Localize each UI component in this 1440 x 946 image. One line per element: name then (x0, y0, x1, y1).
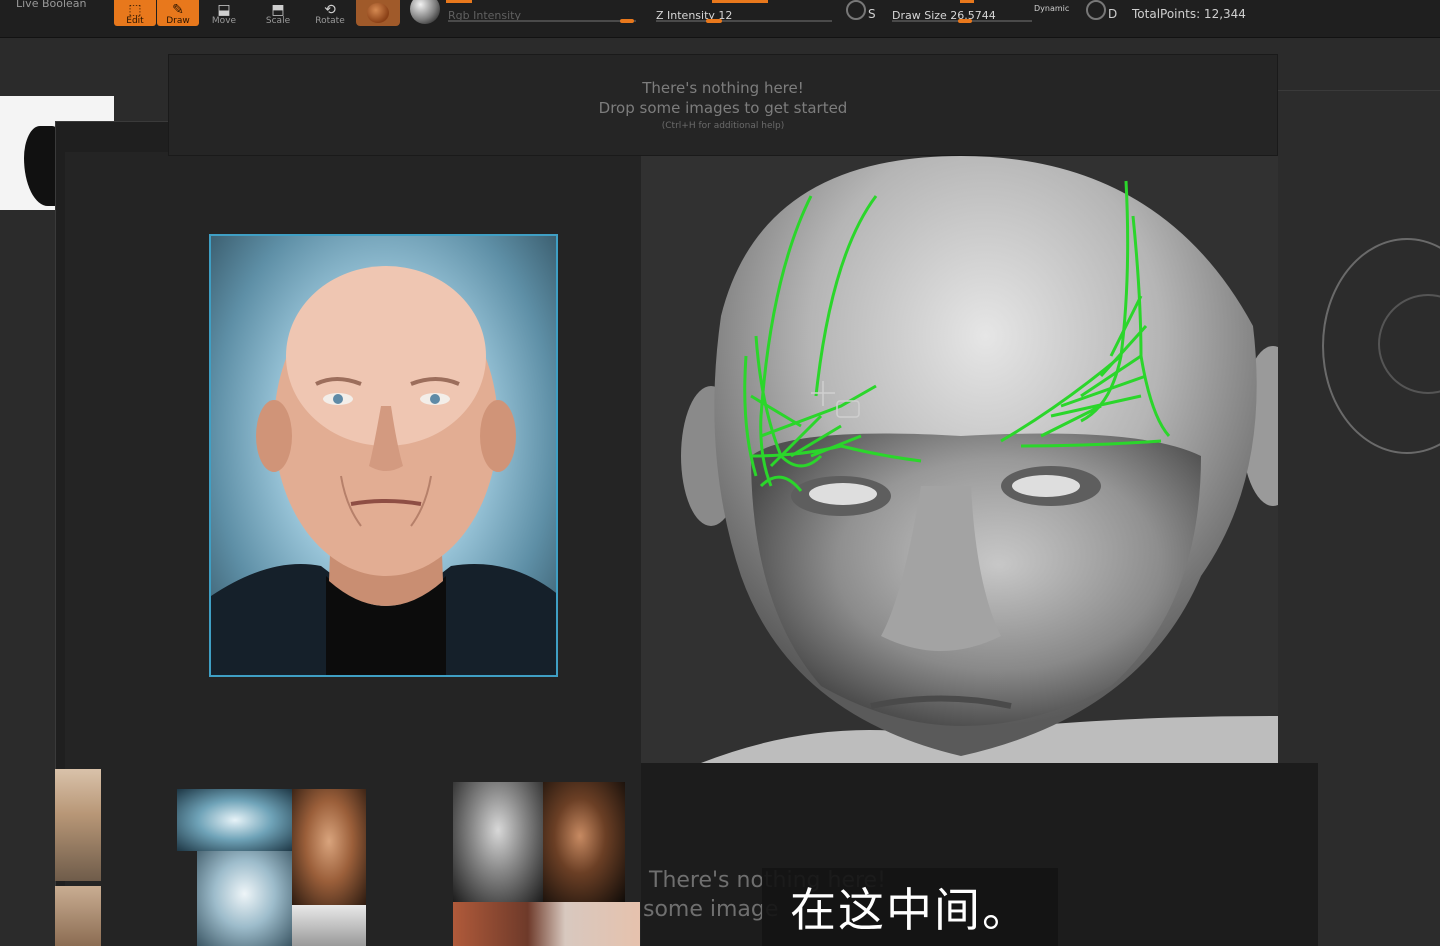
3d-viewport[interactable] (641, 156, 1278, 763)
reference-thumbnail[interactable] (55, 886, 101, 946)
move-button-label: Move (211, 16, 237, 26)
portrait-iris-left (333, 394, 343, 404)
reference-thumbnail[interactable] (197, 851, 292, 946)
drawsize-tab-indicator (960, 0, 974, 3)
portrait-ear-left (256, 400, 292, 472)
reference-thumbnail[interactable] (543, 782, 625, 902)
drop-zone-title: There's nothing here! (642, 79, 804, 97)
move-icon: ⬓ (217, 2, 231, 18)
spotlight-s-icon[interactable] (846, 0, 866, 20)
drop-zone-hint: (Ctrl+H for additional help) (661, 121, 785, 131)
z-intensity-fill (706, 19, 722, 23)
reference-thumbnail[interactable] (177, 789, 293, 851)
move-button[interactable]: ⬓ Move (204, 0, 244, 26)
draw-button-label: Draw (166, 16, 190, 26)
edit-button[interactable]: ⬚ Edit (114, 0, 156, 26)
d-key-label: D (1108, 7, 1118, 21)
total-points-label: TotalPoints: 12,344 (1132, 7, 1246, 21)
edit-button-label: Edit (126, 16, 144, 26)
portrait-iris-right (430, 394, 440, 404)
rgb-intensity-track (448, 20, 636, 22)
s-key-label: S (868, 7, 876, 21)
draw-icon: ✎ (172, 2, 184, 18)
portrait-illustration (211, 266, 556, 675)
dynamic-toggle[interactable]: Dynamic (1034, 4, 1069, 13)
drop-zone-subtitle: Drop some images to get started (598, 99, 848, 117)
rgb-tab-indicator (446, 0, 472, 3)
scale-button[interactable]: ⬒ Scale (258, 0, 298, 26)
rotate-icon: ⟲ (324, 2, 336, 18)
reference-portrait-image[interactable] (209, 234, 558, 677)
portrait-ear-right (480, 400, 516, 472)
z-intensity-track (656, 20, 832, 22)
zadd-tab-indicator (712, 0, 768, 3)
rotate-button[interactable]: ⟲ Rotate (308, 0, 352, 26)
z-intensity-slider[interactable]: Z Intensity 12 (656, 4, 832, 26)
material-swatch-button[interactable] (356, 0, 400, 26)
mesh-eye-left (809, 483, 877, 505)
draw-button[interactable]: ✎ Draw (157, 0, 199, 26)
live-boolean-label[interactable]: Live Boolean (16, 0, 87, 10)
dynamic-d-icon[interactable] (1086, 0, 1106, 20)
draw-size-slider[interactable]: Draw Size 26.5744 (892, 4, 1032, 26)
mesh-eye-right (1012, 475, 1080, 497)
reference-thumbnail[interactable] (292, 789, 366, 905)
scale-icon: ⬒ (271, 2, 285, 18)
rgb-intensity-fill (620, 19, 634, 23)
rotate-button-label: Rotate (315, 16, 345, 26)
reference-thumbnail[interactable] (292, 905, 366, 946)
reference-thumbnail[interactable] (55, 769, 101, 881)
top-toolbar: Live Boolean ⬚ Edit ✎ Draw ⬓ Move ⬒ Scal… (0, 0, 1440, 38)
reference-thumbnail[interactable] (453, 902, 640, 946)
edit-icon: ⬚ (128, 2, 142, 18)
reference-thumbnail[interactable] (453, 782, 543, 902)
drop-zone-bottom-subtitle: some image (643, 897, 779, 922)
sculpt-mesh (681, 156, 1278, 763)
material-ball-icon (367, 3, 389, 23)
image-drop-zone-top[interactable]: There's nothing here! Drop some images t… (168, 54, 1278, 156)
scale-button-label: Scale (265, 16, 291, 26)
video-subtitle: 在这中间。 (762, 868, 1058, 946)
rgb-sphere-icon[interactable] (410, 0, 440, 24)
rgb-intensity-slider[interactable]: Rgb Intensity (448, 4, 636, 26)
draw-size-fill (958, 19, 972, 23)
